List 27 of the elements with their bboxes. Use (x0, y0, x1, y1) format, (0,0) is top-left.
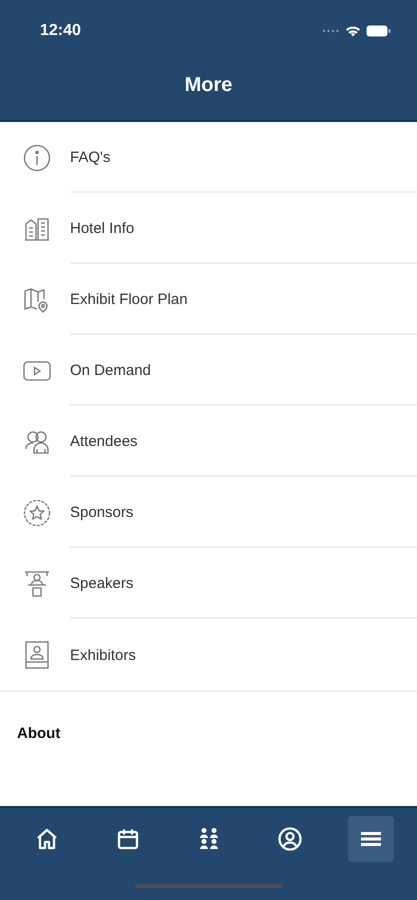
menu-item[interactable]: Hotel Info (0, 193, 417, 264)
wifi-icon (345, 25, 361, 37)
signal-icon (322, 29, 340, 33)
menu-item[interactable]: Attendees (0, 406, 417, 477)
star-badge-icon (23, 498, 51, 526)
menu-item[interactable]: On Demand (0, 335, 417, 406)
tab[interactable] (348, 816, 394, 862)
menu-icon (360, 831, 380, 847)
booth-icon (25, 640, 49, 668)
section-heading: About (17, 725, 60, 742)
menu-item[interactable]: FAQ's (0, 122, 417, 193)
battery-icon (366, 25, 391, 37)
menu-item[interactable]: Exhibit Floor Plan (0, 264, 417, 335)
profile-icon (278, 827, 302, 851)
menu-item[interactable]: Exhibitors (0, 619, 417, 690)
info-icon (23, 144, 51, 172)
menu-item[interactable]: Sponsors (0, 477, 417, 548)
play-icon (23, 360, 51, 382)
calendar-icon (116, 828, 138, 850)
home-icon (36, 828, 58, 850)
people-icon (198, 827, 220, 851)
page-title: More (184, 74, 232, 97)
status-time: 12:40 (40, 22, 81, 40)
people-icon (23, 428, 51, 454)
podium-icon (23, 570, 51, 598)
buildings-icon (24, 216, 50, 242)
menu-item[interactable]: Speakers (0, 548, 417, 619)
